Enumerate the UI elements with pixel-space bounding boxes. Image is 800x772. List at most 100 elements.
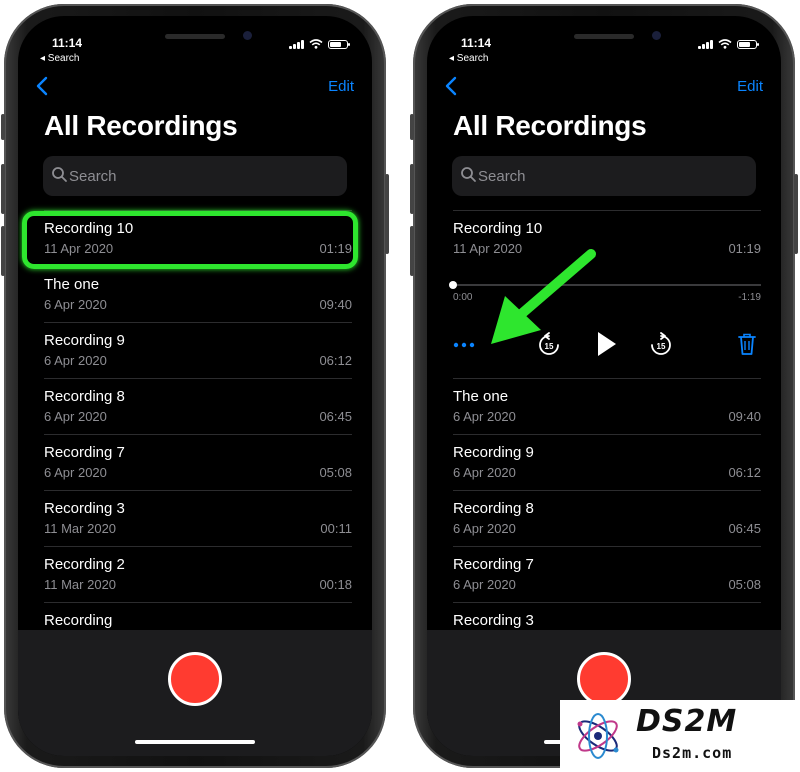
recording-date: 11 Mar 2020	[44, 577, 117, 592]
back-button[interactable]	[445, 76, 457, 102]
recording-row[interactable]: Recording 2 11 Mar 2020 00:18	[44, 546, 352, 602]
search-input[interactable]	[452, 156, 756, 196]
recording-name: Recording 7	[453, 556, 534, 573]
recording-row[interactable]: Recording 3 11 Mar 2020 00:11	[44, 490, 352, 546]
skip-forward-seconds: 15	[657, 342, 666, 351]
recording-duration: 05:08	[728, 577, 761, 592]
recording-duration: 06:12	[728, 465, 761, 480]
page-title: All Recordings	[453, 110, 647, 141]
screen: 11:14 ◂ Search Edit All Recordings Searc…	[18, 16, 372, 756]
volume-down-button	[1, 226, 5, 276]
recording-date: 6 Apr 2020	[44, 409, 107, 424]
status-icons	[289, 37, 350, 49]
home-indicator[interactable]	[135, 740, 255, 744]
recording-row[interactable]: Recording 8 6 Apr 2020 06:45	[453, 490, 761, 546]
recording-date: 6 Apr 2020	[453, 465, 516, 480]
side-button	[385, 174, 389, 254]
arrow-annotation-icon	[491, 249, 596, 344]
cellular-signal-icon	[698, 39, 713, 49]
recording-duration: 09:40	[319, 297, 352, 312]
recording-row[interactable]: Recording 9 6 Apr 2020 06:12	[453, 434, 761, 490]
recording-duration: 06:45	[728, 521, 761, 536]
recording-name: Recording 3	[44, 500, 125, 517]
search-input[interactable]	[43, 156, 347, 196]
speaker	[574, 34, 634, 39]
recording-duration: 00:18	[319, 577, 352, 592]
record-panel	[18, 630, 372, 756]
trash-icon[interactable]	[737, 332, 757, 356]
remaining-time: -1:19	[738, 292, 761, 303]
highlight-box	[22, 211, 358, 269]
battery-icon	[328, 40, 350, 49]
skip-forward-button[interactable]: 15	[649, 332, 673, 363]
recording-name: Recording 3	[453, 612, 534, 629]
recording-date: 6 Apr 2020	[44, 297, 107, 312]
recording-row[interactable]: Recording 8 6 Apr 2020 06:45	[44, 378, 352, 434]
recording-date: 6 Apr 2020	[453, 521, 516, 536]
wifi-icon	[718, 39, 732, 49]
recordings-list: Recording 10 11 Apr 2020 01:19 The one 6…	[18, 210, 372, 658]
recording-name: Recording 8	[44, 388, 125, 405]
recording-name: Recording 9	[453, 444, 534, 461]
notch	[110, 16, 280, 44]
search-icon	[52, 167, 67, 182]
recording-row[interactable]: Recording 7 6 Apr 2020 05:08	[44, 434, 352, 490]
battery-icon	[737, 40, 759, 49]
status-time: 11:14	[461, 36, 492, 50]
recording-duration: 06:12	[319, 353, 352, 368]
recording-date: 6 Apr 2020	[453, 409, 516, 424]
recording-date: 11 Mar 2020	[44, 521, 117, 536]
watermark-brand: DS2M	[636, 704, 738, 739]
edit-button[interactable]: Edit	[737, 78, 763, 95]
record-button[interactable]	[577, 652, 631, 706]
recording-duration: 01:19	[728, 241, 761, 256]
back-to-app-link[interactable]: ◂ Search	[40, 53, 79, 64]
recording-row[interactable]: Recording 9 6 Apr 2020 06:12	[44, 322, 352, 378]
recording-date: 6 Apr 2020	[44, 353, 107, 368]
skip-forward-icon: 15	[651, 332, 671, 355]
chevron-left-icon	[36, 76, 48, 96]
notch	[519, 16, 689, 44]
recording-name: The one	[453, 388, 509, 405]
elapsed-time: 0:00	[453, 292, 473, 303]
recording-duration: 09:40	[728, 409, 761, 424]
chevron-left-icon	[445, 76, 457, 96]
speaker	[165, 34, 225, 39]
page-title: All Recordings	[44, 110, 238, 141]
record-button[interactable]	[168, 652, 222, 706]
atom-logo-icon	[577, 713, 619, 759]
status-time: 11:14	[52, 36, 83, 50]
phone-left: 11:14 ◂ Search Edit All Recordings Searc…	[1, 4, 389, 768]
recording-name: Recording 8	[453, 500, 534, 517]
cellular-signal-icon	[289, 39, 304, 49]
recordings-list: The one 6 Apr 2020 09:40 Recording 9 6 A…	[427, 378, 781, 658]
mute-switch	[1, 114, 5, 140]
recording-duration: 06:45	[319, 409, 352, 424]
back-button[interactable]	[36, 76, 48, 102]
recording-date: 6 Apr 2020	[453, 577, 516, 592]
volume-down-button	[410, 226, 414, 276]
edit-button[interactable]: Edit	[328, 78, 354, 95]
recording-date: 6 Apr 2020	[44, 465, 107, 480]
watermark: DS2M Ds2m.com	[560, 700, 800, 772]
phone-right: 11:14 ◂ Search Edit All Recordings Searc…	[410, 4, 798, 768]
side-button	[794, 174, 798, 254]
recording-row[interactable]: Recording 7 6 Apr 2020 05:08	[453, 546, 761, 602]
recording-row[interactable]: The one 6 Apr 2020 09:40	[453, 378, 761, 434]
volume-up-button	[1, 164, 5, 214]
front-camera	[652, 31, 661, 40]
watermark-url: Ds2m.com	[652, 744, 733, 762]
mute-switch	[410, 114, 414, 140]
back-to-app-link[interactable]: ◂ Search	[449, 53, 488, 64]
recording-name: The one	[44, 276, 100, 293]
recording-name: Recording 9	[44, 332, 125, 349]
status-icons	[698, 37, 759, 49]
volume-up-button	[410, 164, 414, 214]
recording-name: Recording 2	[44, 556, 125, 573]
recording-name: Recording 7	[44, 444, 125, 461]
scrubber-knob[interactable]	[449, 281, 457, 289]
recording-duration: 05:08	[319, 465, 352, 480]
front-camera	[243, 31, 252, 40]
wifi-icon	[309, 39, 323, 49]
recording-row[interactable]: The one 6 Apr 2020 09:40	[44, 266, 352, 322]
